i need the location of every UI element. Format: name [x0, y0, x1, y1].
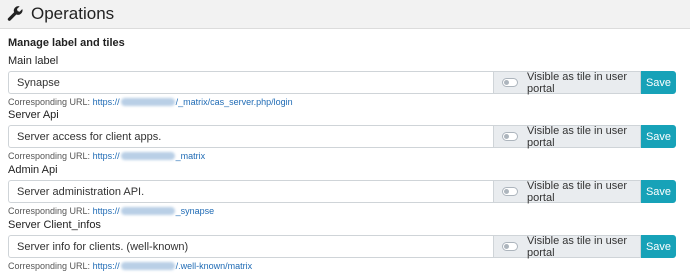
- tile-toggle[interactable]: Visible as tile in user portal: [493, 179, 641, 204]
- save-button[interactable]: Save: [641, 71, 676, 94]
- corresponding-url: Corresponding URL: https:///.well-known/…: [8, 261, 676, 272]
- corresponding-url: Corresponding URL: https:///_matrix/cas_…: [8, 97, 676, 108]
- page-title: Operations: [31, 4, 115, 23]
- toggle-switch-icon[interactable]: [502, 242, 518, 251]
- redacted-host: [120, 207, 175, 215]
- section-title: Manage label and tiles: [8, 37, 125, 49]
- url-link[interactable]: https://_synapse: [93, 206, 215, 216]
- tile-block-main-label: Main label Synapse Visible as tile in us…: [8, 54, 676, 108]
- tile-block-server-api: Server Api Server access for client apps…: [8, 108, 676, 162]
- toggle-switch-icon[interactable]: [502, 187, 518, 196]
- save-button[interactable]: Save: [641, 180, 676, 203]
- url-prefix: Corresponding URL:: [8, 261, 91, 271]
- url-link[interactable]: https:///.well-known/matrix: [93, 261, 253, 271]
- tile-toggle-label: Visible as tile in user portal: [527, 124, 628, 149]
- field-label: Server Client_infos: [8, 219, 101, 231]
- tile-toggle[interactable]: Visible as tile in user portal: [493, 234, 641, 259]
- tile-toggle-label: Visible as tile in user portal: [527, 234, 628, 259]
- save-button[interactable]: Save: [641, 235, 676, 258]
- redacted-host: [120, 152, 175, 160]
- toggle-switch-icon[interactable]: [502, 78, 518, 87]
- field-label: Main label: [8, 55, 59, 67]
- input-group: Server administration API. Visible as ti…: [8, 179, 676, 204]
- tile-toggle[interactable]: Visible as tile in user portal: [493, 124, 641, 149]
- input-group: Synapse Visible as tile in user portal S…: [8, 70, 676, 95]
- label-input[interactable]: Server info for clients. (well-known): [8, 235, 493, 258]
- field-label: Admin Api: [8, 164, 58, 176]
- toggle-switch-icon[interactable]: [502, 132, 518, 141]
- tile-toggle[interactable]: Visible as tile in user portal: [493, 70, 641, 95]
- redacted-host: [120, 98, 175, 106]
- url-prefix: Corresponding URL:: [8, 206, 91, 216]
- tile-block-server-client-infos: Server Client_infos Server info for clie…: [8, 218, 676, 272]
- field-label: Server Api: [8, 109, 59, 121]
- url-link[interactable]: https://_matrix: [93, 151, 206, 161]
- corresponding-url: Corresponding URL: https://_matrix: [8, 151, 676, 162]
- url-prefix: Corresponding URL:: [8, 151, 91, 161]
- redacted-host: [120, 262, 175, 270]
- corresponding-url: Corresponding URL: https://_synapse: [8, 206, 676, 217]
- tile-toggle-label: Visible as tile in user portal: [527, 179, 628, 204]
- url-link[interactable]: https:///_matrix/cas_server.php/login: [93, 97, 293, 107]
- tile-toggle-label: Visible as tile in user portal: [527, 70, 628, 95]
- url-prefix: Corresponding URL:: [8, 97, 91, 107]
- label-input[interactable]: Server administration API.: [8, 180, 493, 203]
- label-input[interactable]: Synapse: [8, 71, 493, 94]
- save-button[interactable]: Save: [641, 125, 676, 148]
- input-group: Server info for clients. (well-known) Vi…: [8, 234, 676, 259]
- input-group: Server access for client apps. Visible a…: [8, 124, 676, 149]
- wrench-icon: [7, 6, 23, 21]
- tile-block-admin-api: Admin Api Server administration API. Vis…: [8, 163, 676, 217]
- page-header: Operations: [0, 0, 690, 29]
- label-input[interactable]: Server access for client apps.: [8, 125, 493, 148]
